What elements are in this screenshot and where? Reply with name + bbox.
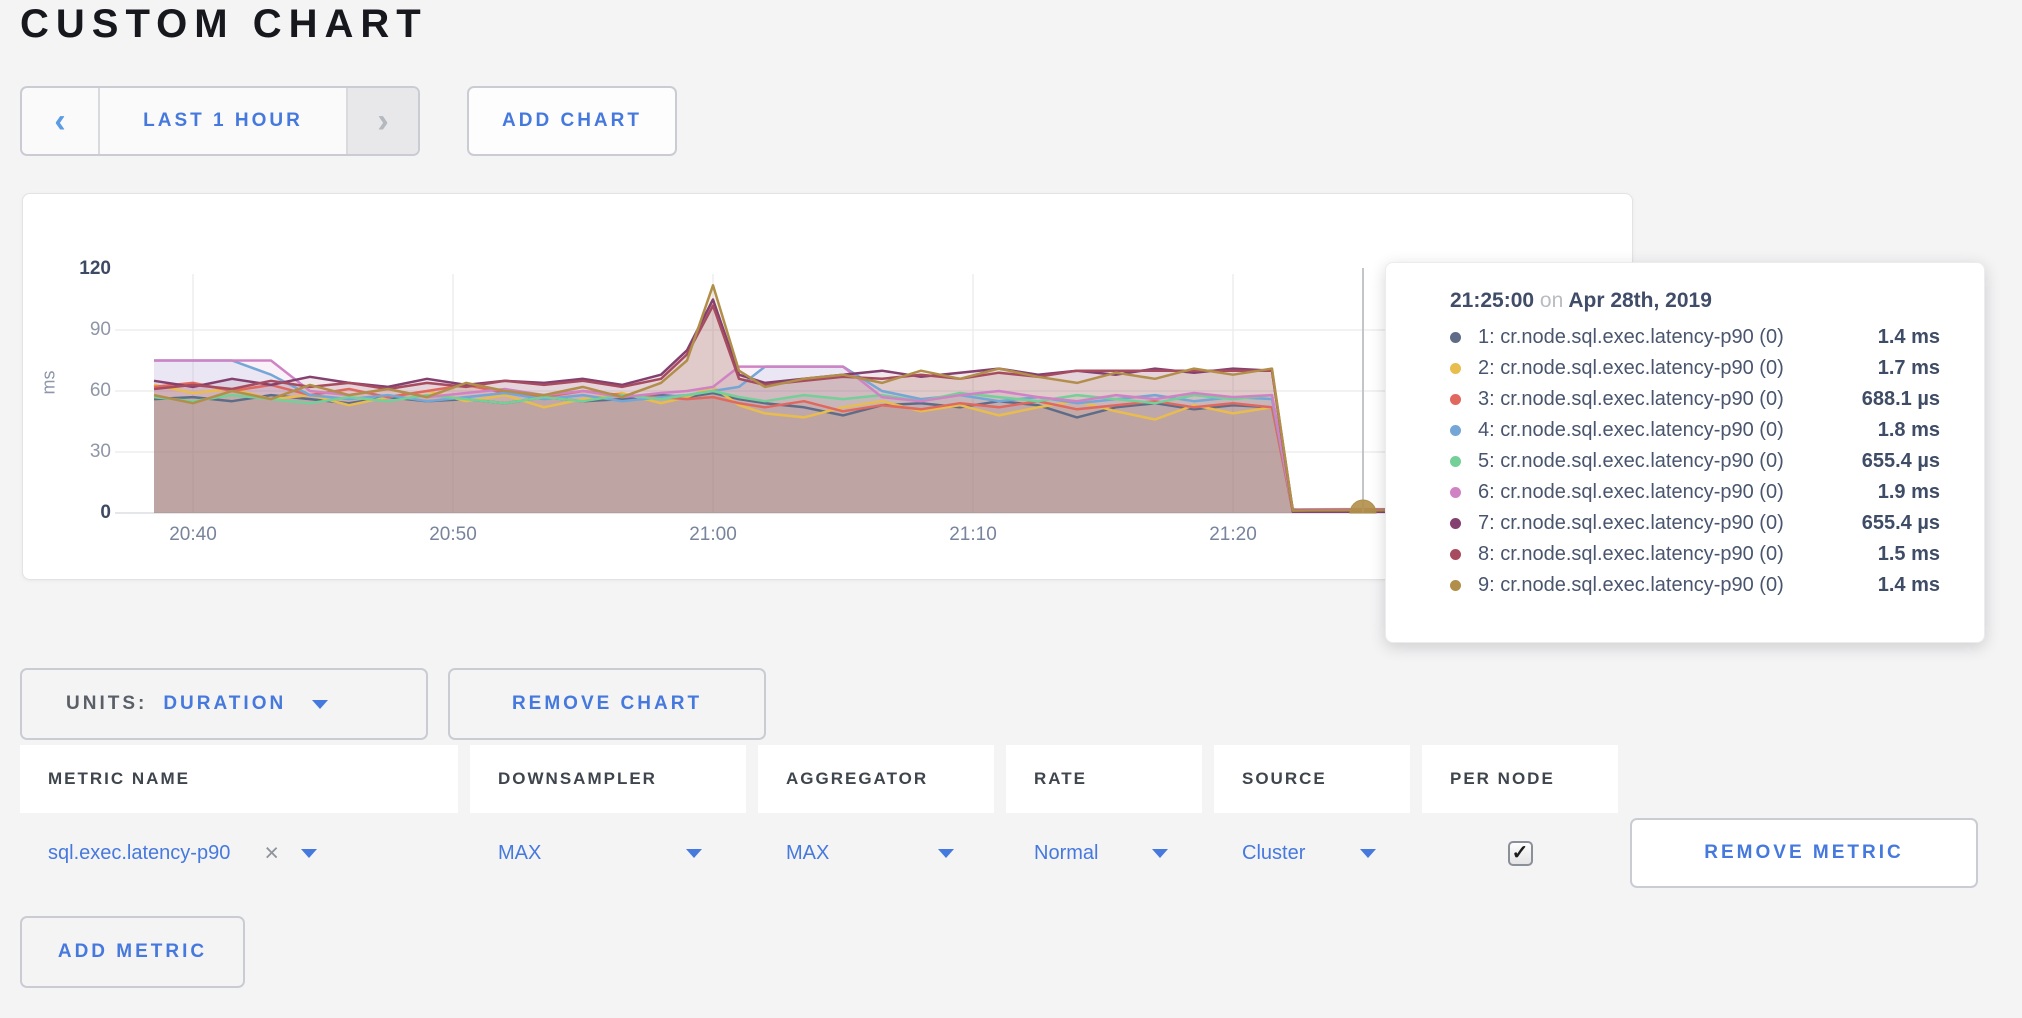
tooltip-series-label: 9: cr.node.sql.exec.latency-p90 (0) bbox=[1478, 574, 1784, 597]
tooltip-series-row: 2: cr.node.sql.exec.latency-p90 (0) 1.7 m… bbox=[1450, 353, 1940, 384]
tooltip-series-row: 8: cr.node.sql.exec.latency-p90 (0) 1.5 m… bbox=[1450, 539, 1940, 570]
tooltip-series-row: 5: cr.node.sql.exec.latency-p90 (0) 655.4… bbox=[1450, 446, 1940, 477]
time-range-label[interactable]: LAST 1 HOUR bbox=[98, 88, 346, 154]
tooltip-series-row: 4: cr.node.sql.exec.latency-p90 (0) 1.8 m… bbox=[1450, 415, 1940, 446]
series-color-dot-icon bbox=[1450, 394, 1461, 405]
tooltip-series-value: 655.4 µs bbox=[1862, 450, 1940, 473]
tooltip-series-label: 8: cr.node.sql.exec.latency-p90 (0) bbox=[1478, 543, 1784, 566]
remove-metric-cell: REMOVE METRIC bbox=[1630, 813, 1990, 893]
series-color-dot-icon bbox=[1450, 549, 1461, 560]
column-header-source: SOURCE bbox=[1214, 745, 1410, 813]
hover-point-marker bbox=[1350, 500, 1376, 513]
tooltip-series-label: 4: cr.node.sql.exec.latency-p90 (0) bbox=[1478, 419, 1784, 442]
y-axis-tick-label: 120 bbox=[49, 258, 111, 280]
tooltip-series-value: 1.8 ms bbox=[1878, 419, 1940, 442]
per-node-checkbox[interactable]: ✓ bbox=[1508, 841, 1533, 866]
metrics-table-header: METRIC NAMEDOWNSAMPLERAGGREGATORRATESOUR… bbox=[20, 745, 2002, 813]
add-metric-button[interactable]: ADD METRIC bbox=[20, 916, 245, 988]
tooltip-series-label: 5: cr.node.sql.exec.latency-p90 (0) bbox=[1478, 450, 1784, 473]
aggregator-cell[interactable]: MAX bbox=[758, 813, 994, 893]
tooltip-series-value: 1.5 ms bbox=[1878, 543, 1940, 566]
caret-down-icon bbox=[938, 849, 954, 858]
caret-down-icon bbox=[686, 849, 702, 858]
chevron-left-icon: ‹ bbox=[54, 102, 65, 141]
tooltip-series-value: 655.4 µs bbox=[1862, 512, 1940, 535]
tooltip-series-value: 1.4 ms bbox=[1878, 574, 1940, 597]
metric-name-value[interactable]: sql.exec.latency-p90 bbox=[48, 842, 230, 865]
chevron-right-icon: › bbox=[377, 102, 388, 141]
chart-tooltip: 21:25:00 on Apr 28th, 2019 1: cr.node.sq… bbox=[1385, 262, 1985, 643]
source-cell[interactable]: Cluster bbox=[1214, 813, 1410, 893]
tooltip-on-word: on bbox=[1540, 289, 1563, 312]
series-color-dot-icon bbox=[1450, 425, 1461, 436]
column-header-downsampler: DOWNSAMPLER bbox=[470, 745, 746, 813]
remove-metric-button[interactable]: REMOVE METRIC bbox=[1630, 818, 1978, 888]
tooltip-series-value: 1.9 ms bbox=[1878, 481, 1940, 504]
custom-chart-page: CUSTOM CHART ‹ LAST 1 HOUR › ADD CHART m… bbox=[0, 0, 2022, 1018]
tooltip-series-row: 3: cr.node.sql.exec.latency-p90 (0) 688.1… bbox=[1450, 384, 1940, 415]
series-color-dot-icon bbox=[1450, 518, 1461, 529]
y-axis-tick-label: 90 bbox=[49, 319, 111, 341]
tooltip-series-label: 7: cr.node.sql.exec.latency-p90 (0) bbox=[1478, 512, 1784, 535]
series-color-dot-icon bbox=[1450, 487, 1461, 498]
units-value: DURATION bbox=[163, 693, 286, 715]
add-chart-button[interactable]: ADD CHART bbox=[467, 86, 677, 156]
x-axis-tick-label: 21:20 bbox=[1178, 524, 1288, 546]
series-color-dot-icon bbox=[1450, 456, 1461, 467]
column-header-aggregator: AGGREGATOR bbox=[758, 745, 994, 813]
time-range-prev-button[interactable]: ‹ bbox=[22, 88, 98, 154]
downsampler-cell[interactable]: MAX bbox=[470, 813, 746, 893]
column-header-rate: RATE bbox=[1006, 745, 1202, 813]
tooltip-series-label: 3: cr.node.sql.exec.latency-p90 (0) bbox=[1478, 388, 1784, 411]
rate-value: Normal bbox=[1034, 842, 1098, 865]
check-icon: ✓ bbox=[1512, 843, 1529, 863]
x-axis-tick-label: 20:50 bbox=[398, 524, 508, 546]
caret-down-icon[interactable] bbox=[301, 849, 317, 858]
tooltip-series-row: 1: cr.node.sql.exec.latency-p90 (0) 1.4 m… bbox=[1450, 322, 1940, 353]
series-color-dot-icon bbox=[1450, 363, 1461, 374]
tooltip-series-label: 6: cr.node.sql.exec.latency-p90 (0) bbox=[1478, 481, 1784, 504]
tooltip-series-value: 688.1 µs bbox=[1862, 388, 1940, 411]
page-title: CUSTOM CHART bbox=[20, 2, 428, 47]
tooltip-series-label: 2: cr.node.sql.exec.latency-p90 (0) bbox=[1478, 357, 1784, 380]
tooltip-timestamp: 21:25:00 on Apr 28th, 2019 bbox=[1450, 289, 1940, 313]
x-axis-tick-label: 20:40 bbox=[138, 524, 248, 546]
tooltip-time: 21:25:00 bbox=[1450, 289, 1534, 312]
tooltip-series-row: 7: cr.node.sql.exec.latency-p90 (0) 655.4… bbox=[1450, 508, 1940, 539]
tooltip-series-list: 1: cr.node.sql.exec.latency-p90 (0) 1.4 m… bbox=[1450, 322, 1940, 601]
downsampler-value: MAX bbox=[498, 842, 541, 865]
caret-down-icon bbox=[312, 700, 328, 709]
tooltip-series-value: 1.4 ms bbox=[1878, 326, 1940, 349]
time-range-next-button[interactable]: › bbox=[346, 88, 418, 154]
units-dropdown[interactable]: UNITS: DURATION bbox=[20, 668, 428, 740]
series-color-dot-icon bbox=[1450, 332, 1461, 343]
per-node-cell: ✓ bbox=[1422, 813, 1618, 893]
column-header-empty bbox=[1630, 745, 1990, 813]
tooltip-series-label: 1: cr.node.sql.exec.latency-p90 (0) bbox=[1478, 326, 1784, 349]
rate-cell[interactable]: Normal bbox=[1006, 813, 1202, 893]
aggregator-value: MAX bbox=[786, 842, 829, 865]
x-axis-tick-label: 21:10 bbox=[918, 524, 1028, 546]
x-axis-tick-label: 21:00 bbox=[658, 524, 768, 546]
tooltip-series-value: 1.7 ms bbox=[1878, 357, 1940, 380]
source-value: Cluster bbox=[1242, 842, 1305, 865]
units-label: UNITS: bbox=[66, 693, 147, 715]
time-range-selector: ‹ LAST 1 HOUR › bbox=[20, 86, 420, 156]
caret-down-icon bbox=[1360, 849, 1376, 858]
series-color-dot-icon bbox=[1450, 580, 1461, 591]
metric-name-cell: sql.exec.latency-p90 × bbox=[20, 813, 458, 893]
y-axis-tick-label: 60 bbox=[49, 380, 111, 402]
column-header-per-node: PER NODE bbox=[1422, 745, 1618, 813]
metric-row: sql.exec.latency-p90 × MAX MAX Normal Cl… bbox=[20, 813, 2002, 893]
tooltip-series-row: 6: cr.node.sql.exec.latency-p90 (0) 1.9 m… bbox=[1450, 477, 1940, 508]
y-axis-tick-label: 30 bbox=[49, 441, 111, 463]
y-axis-tick-label: 0 bbox=[49, 502, 111, 524]
remove-chart-button[interactable]: REMOVE CHART bbox=[448, 668, 766, 740]
clear-metric-icon[interactable]: × bbox=[264, 841, 279, 866]
column-header-metric-name: METRIC NAME bbox=[20, 745, 458, 813]
caret-down-icon bbox=[1152, 849, 1168, 858]
tooltip-series-row: 9: cr.node.sql.exec.latency-p90 (0) 1.4 m… bbox=[1450, 570, 1940, 601]
tooltip-date: Apr 28th, 2019 bbox=[1568, 289, 1712, 312]
metrics-table: METRIC NAMEDOWNSAMPLERAGGREGATORRATESOUR… bbox=[20, 745, 2002, 893]
